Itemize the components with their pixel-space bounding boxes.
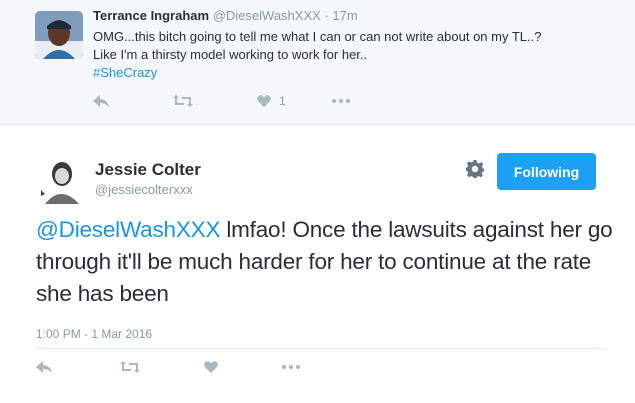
hashtag-link[interactable]: #SheCrazy [93,64,613,82]
retweet-icon[interactable] [120,361,140,373]
author-name[interactable]: Jessie Colter [95,160,201,180]
reply-icon[interactable] [36,361,52,373]
more-icon[interactable] [331,99,350,103]
retweet-icon[interactable] [173,95,193,107]
tweet-header: Terrance Ingraham @DieselWashXXX · 17m [93,8,358,23]
tweet-timestamp[interactable]: 1:00 PM - 1 Mar 2016 [36,327,152,341]
author-handle[interactable]: @jessiecolterxxx [95,182,193,197]
avatar-image [35,156,83,204]
avatar[interactable] [35,11,83,59]
tweet-text-line: Like I'm a thirsty model working to work… [93,47,368,62]
tweet-text: @DieselWashXXX lmfao! Once the lawsuits … [36,214,616,310]
avatar[interactable] [35,156,83,204]
heart-icon[interactable] [204,361,218,373]
tweet-actions [36,361,300,373]
gear-icon[interactable] [466,160,484,183]
author-handle[interactable]: @DieselWashXXX [213,8,321,23]
tweet-actions: 1 [93,94,350,108]
heart-icon[interactable] [257,95,271,107]
author-name[interactable]: Terrance Ingraham [93,8,209,23]
avatar-image [35,11,83,59]
like-count[interactable]: 1 [279,94,286,108]
reply-icon[interactable] [93,95,109,107]
more-icon[interactable] [282,365,300,369]
mention-link[interactable]: @DieselWashXXX [36,217,220,242]
tweet-time[interactable]: 17m [332,8,357,23]
following-button[interactable]: Following [497,153,596,190]
divider [36,348,606,349]
parent-tweet[interactable]: Terrance Ingraham @DieselWashXXX · 17m O… [0,0,635,125]
tweet-text-line: OMG...this bitch going to tell me what I… [93,29,542,44]
tweet-text: OMG...this bitch going to tell me what I… [93,28,613,82]
separator: · [324,8,329,23]
